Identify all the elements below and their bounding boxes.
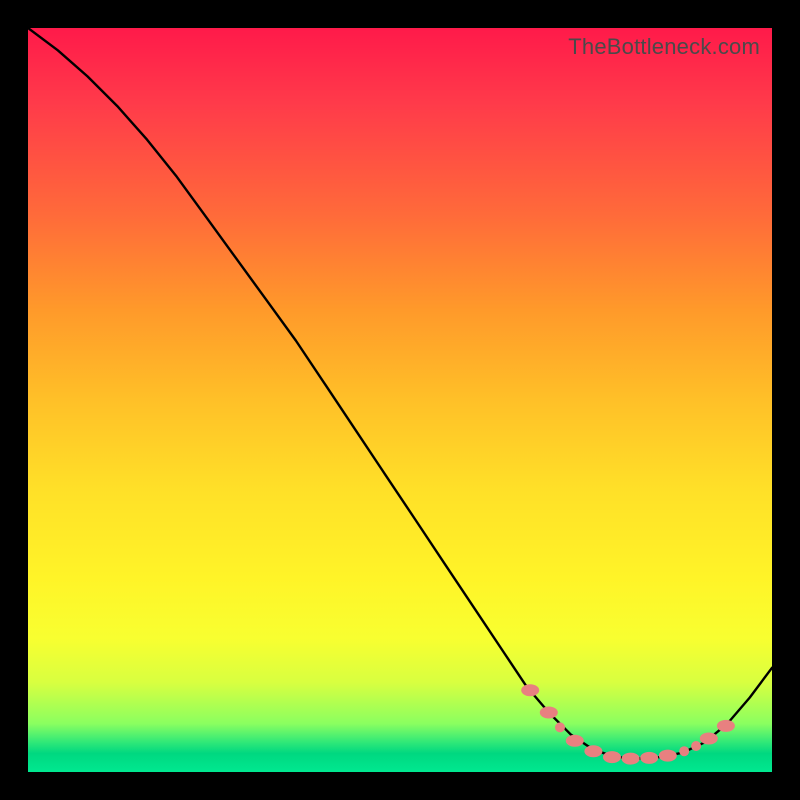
marker-dot bbox=[640, 752, 658, 764]
marker-dot bbox=[717, 720, 735, 732]
marker-dot bbox=[679, 746, 689, 756]
plot-area: TheBottleneck.com bbox=[28, 28, 772, 772]
marker-dot bbox=[540, 707, 558, 719]
curve-line bbox=[28, 28, 772, 759]
data-markers bbox=[521, 684, 735, 764]
marker-dot bbox=[659, 750, 677, 762]
marker-dot bbox=[521, 684, 539, 696]
marker-dot bbox=[622, 753, 640, 765]
marker-dot bbox=[555, 722, 565, 732]
marker-dot bbox=[603, 751, 621, 763]
marker-dot bbox=[700, 733, 718, 745]
marker-dot bbox=[691, 741, 701, 751]
marker-dot bbox=[566, 735, 584, 747]
chart-svg bbox=[28, 28, 772, 772]
chart-frame: TheBottleneck.com bbox=[0, 0, 800, 800]
marker-dot bbox=[584, 745, 602, 757]
watermark-text: TheBottleneck.com bbox=[568, 34, 760, 60]
